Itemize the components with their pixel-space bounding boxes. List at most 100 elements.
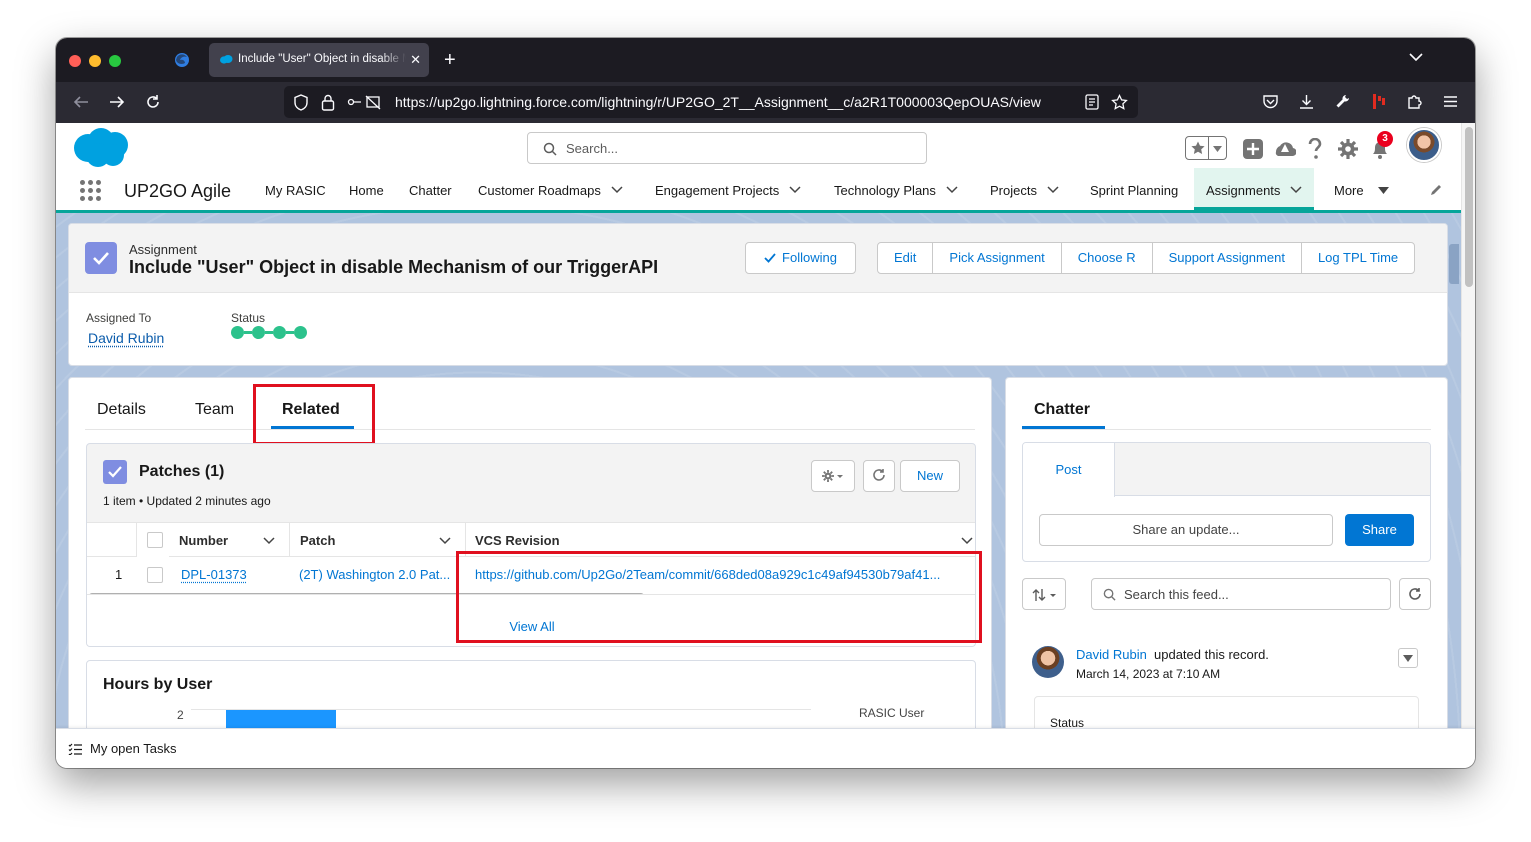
nav-item-projects[interactable]: Projects xyxy=(990,168,1059,210)
chevron-down-icon[interactable] xyxy=(263,537,275,545)
downloads-icon[interactable] xyxy=(1298,93,1315,110)
pick-assignment-button[interactable]: Pick Assignment xyxy=(933,243,1062,273)
column-label: Number xyxy=(179,533,229,548)
patches-title[interactable]: Patches (1) xyxy=(139,463,224,481)
post-timestamp[interactable]: March 14, 2023 at 7:10 AM xyxy=(1076,667,1220,681)
chevron-down-icon[interactable] xyxy=(789,186,801,194)
firefox-view-icon[interactable] xyxy=(173,51,191,69)
refresh-list-button[interactable] xyxy=(863,460,895,492)
global-actions-plus-icon[interactable] xyxy=(1242,138,1264,160)
chevron-down-icon[interactable] xyxy=(1290,186,1302,194)
new-patch-button[interactable]: New xyxy=(900,460,960,492)
forward-icon[interactable] xyxy=(108,93,126,111)
nav-label: Projects xyxy=(990,183,1037,198)
help-icon[interactable] xyxy=(1307,138,1323,160)
record-object-label: Assignment xyxy=(129,242,197,257)
tab-details[interactable]: Details xyxy=(97,401,146,419)
nav-item-chatter[interactable]: Chatter xyxy=(409,168,452,210)
feed-search-input[interactable]: Search this feed... xyxy=(1091,578,1391,610)
row-select-checkbox[interactable] xyxy=(147,567,163,583)
nav-item-my-rasic[interactable]: My RASIC xyxy=(265,168,326,210)
sort-arrows-icon xyxy=(1032,589,1056,601)
chevron-down-icon[interactable] xyxy=(439,537,451,545)
tab-close-icon[interactable]: ✕ xyxy=(410,52,421,68)
column-header-patch[interactable]: Patch xyxy=(290,523,466,557)
setup-gear-icon[interactable] xyxy=(1337,138,1359,160)
new-tab-button[interactable]: + xyxy=(444,50,456,70)
my-open-tasks-button[interactable]: My open Tasks xyxy=(90,741,176,756)
chevron-down-icon[interactable] xyxy=(1047,186,1059,194)
chevron-down-icon[interactable] xyxy=(961,537,973,545)
reload-icon[interactable] xyxy=(144,93,162,111)
chatter-tab[interactable]: Chatter xyxy=(1034,401,1090,419)
minimize-window-button[interactable] xyxy=(89,55,101,67)
nav-item-assignments[interactable]: Assignments xyxy=(1194,168,1315,210)
chart-legend-title: RASIC User xyxy=(859,706,925,720)
refresh-feed-button[interactable] xyxy=(1399,578,1431,610)
nav-item-technology-plans[interactable]: Technology Plans xyxy=(834,168,958,210)
share-update-input[interactable]: Share an update... xyxy=(1039,514,1333,546)
user-avatar[interactable] xyxy=(1407,128,1441,162)
extension-icon[interactable] xyxy=(1370,93,1387,110)
salesforce-logo-icon[interactable] xyxy=(71,127,131,169)
nav-item-home[interactable]: Home xyxy=(349,168,384,210)
following-button[interactable]: Following xyxy=(745,242,856,274)
extensions-puzzle-icon[interactable] xyxy=(1406,93,1423,110)
publisher-tab-post[interactable]: Post xyxy=(1023,443,1115,497)
divider xyxy=(1022,429,1431,430)
browser-tab-active[interactable]: Include "User" Object in disable Mechani… xyxy=(209,43,429,77)
menu-hamburger-icon[interactable] xyxy=(1442,93,1459,110)
nav-toolbar: https://up2go.lightning.force.com/lightn… xyxy=(56,82,1475,123)
column-header-number[interactable]: Number xyxy=(169,523,290,557)
nav-item-more[interactable]: More xyxy=(1334,168,1389,210)
support-assignment-button[interactable]: Support Assignment xyxy=(1153,243,1302,273)
choose-r-button[interactable]: Choose R xyxy=(1062,243,1153,273)
chevron-down-icon[interactable] xyxy=(946,186,958,194)
select-all-checkbox[interactable] xyxy=(147,532,163,548)
lock-icon[interactable] xyxy=(321,94,335,111)
feed-sort-button[interactable] xyxy=(1022,578,1066,610)
row-number-header xyxy=(87,523,137,557)
post-author-link[interactable]: David Rubin xyxy=(1076,647,1147,662)
record-tabs-card: Details Team Related Patches (1) 1 item … xyxy=(68,377,992,737)
edit-nav-pencil-icon[interactable] xyxy=(1429,183,1443,197)
post-author-avatar[interactable] xyxy=(1032,646,1064,678)
patch-name-link[interactable]: (2T) Washington 2.0 Pat... xyxy=(299,558,464,592)
favorites-menu-chevron-icon[interactable] xyxy=(1213,146,1222,152)
list-settings-button[interactable] xyxy=(811,460,855,492)
assigned-to-link[interactable]: David Rubin xyxy=(88,330,164,346)
chatter-publisher: Post Share an update... Share xyxy=(1022,442,1431,562)
patch-number-link[interactable]: DPL-01373 xyxy=(181,558,286,592)
patches-list-icon xyxy=(103,460,127,484)
nav-item-engagement-projects[interactable]: Engagement Projects xyxy=(655,168,801,210)
post-menu-button[interactable] xyxy=(1398,648,1418,668)
column-label: VCS Revision xyxy=(475,533,560,548)
edit-button[interactable]: Edit xyxy=(878,243,934,273)
close-window-button[interactable] xyxy=(69,55,81,67)
url-text[interactable]: https://up2go.lightning.force.com/lightn… xyxy=(395,94,1041,110)
trailhead-guidance-icon[interactable] xyxy=(1274,138,1296,158)
share-button[interactable]: Share xyxy=(1345,514,1414,546)
global-search-input[interactable]: Search... xyxy=(527,132,927,164)
favorites-button[interactable] xyxy=(1185,136,1227,160)
log-tpl-time-button[interactable]: Log TPL Time xyxy=(1302,243,1414,273)
pocket-icon[interactable] xyxy=(1262,93,1279,110)
nav-item-sprint-planning[interactable]: Sprint Planning xyxy=(1090,168,1178,210)
permissions-icon[interactable] xyxy=(347,94,381,111)
bookmark-star-icon[interactable] xyxy=(1111,94,1128,111)
wrench-icon[interactable] xyxy=(1334,93,1351,110)
zoom-window-button[interactable] xyxy=(109,55,121,67)
search-placeholder: Search... xyxy=(566,141,619,156)
back-icon[interactable] xyxy=(72,93,90,111)
url-bar[interactable]: https://up2go.lightning.force.com/lightn… xyxy=(284,86,1138,118)
nav-item-customer-roadmaps[interactable]: Customer Roadmaps xyxy=(478,168,623,210)
side-panel-handle[interactable] xyxy=(1449,244,1459,284)
scrollbar-thumb[interactable] xyxy=(1465,127,1473,287)
app-launcher-icon[interactable] xyxy=(80,180,101,201)
reader-view-icon[interactable] xyxy=(1085,94,1099,110)
chevron-down-icon[interactable] xyxy=(611,186,623,194)
list-all-tabs-icon[interactable] xyxy=(1409,53,1423,61)
tab-team[interactable]: Team xyxy=(195,401,234,419)
page-scrollbar[interactable] xyxy=(1461,123,1475,728)
tracking-protection-icon[interactable] xyxy=(293,94,309,111)
